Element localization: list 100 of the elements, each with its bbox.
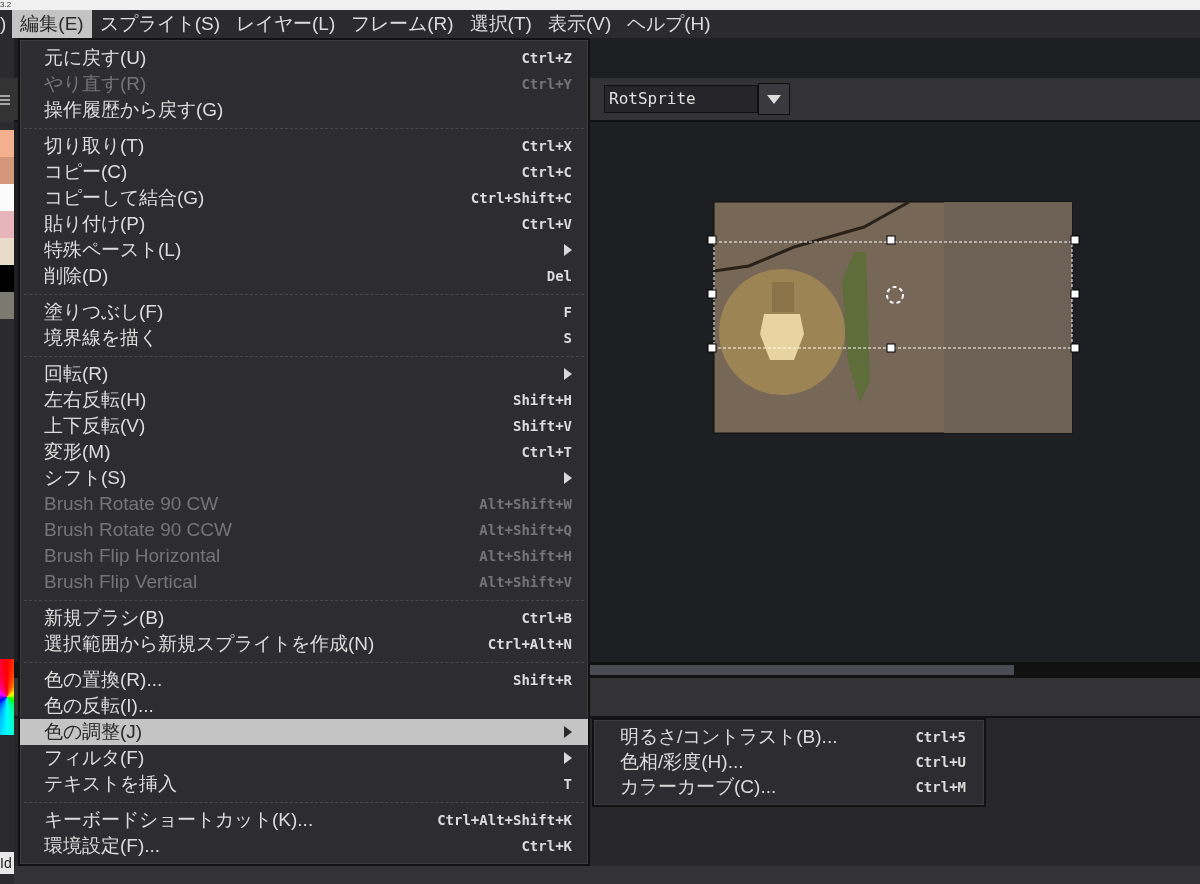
menu-item-label: テキストを挿入 xyxy=(44,772,177,796)
shortcut-label: Ctrl+Alt+N xyxy=(487,634,572,654)
menu-item-label: やり直す(R) xyxy=(44,72,147,96)
menu-item-label: 変形(M) xyxy=(44,440,111,464)
menu-item-label: 環境設定(F)... xyxy=(44,834,161,858)
menu-item-label: 色の置換(R)... xyxy=(44,668,163,692)
menu-item-label: 色の調整(J) xyxy=(44,720,143,744)
menu-item[interactable]: 色の調整(J) xyxy=(20,719,588,745)
menu-item[interactable]: 削除(D) Del xyxy=(20,263,588,289)
shortcut-label: Ctrl+C xyxy=(521,162,572,182)
selection-frame[interactable] xyxy=(707,235,1080,353)
menu-item[interactable]: キーボードショートカット(K)... Ctrl+Alt+Shift+K xyxy=(20,807,588,833)
shortcut-label: Ctrl+B xyxy=(521,608,572,628)
menu-item[interactable]: 回転(R) xyxy=(20,361,588,387)
menu-item[interactable]: カラーカーブ(C)... Ctrl+M xyxy=(594,775,984,800)
menu-item-label: コピーして結合(G) xyxy=(44,186,205,210)
menu-item[interactable]: 左右反転(H) Shift+H xyxy=(20,387,588,413)
shortcut-label: Ctrl+X xyxy=(521,136,572,156)
shortcut-label: Ctrl+U xyxy=(915,753,966,772)
menu-item-label: 操作履歴から戻す(G) xyxy=(44,98,224,122)
menu-item-label: 色相/彩度(H)... xyxy=(620,750,744,775)
shortcut-label: Shift+R xyxy=(513,670,572,690)
menu-item[interactable]: 環境設定(F)... Ctrl+K xyxy=(20,833,588,859)
menu-bar-item[interactable]: ) xyxy=(0,10,13,38)
menu-item[interactable]: 色の置換(R)... Shift+R xyxy=(20,667,588,693)
menu-item[interactable]: コピー(C) Ctrl+C xyxy=(20,159,588,185)
menu-item[interactable]: 特殊ペースト(L) xyxy=(20,237,588,263)
menu-item-label: Brush Rotate 90 CCW xyxy=(44,518,232,542)
palette-swatch[interactable] xyxy=(0,130,14,157)
shortcut-label: Ctrl+M xyxy=(915,778,966,797)
shortcut-label: Ctrl+T xyxy=(521,442,572,462)
menu-item-label: 切り取り(T) xyxy=(44,134,145,158)
menu-bar-item[interactable]: レイヤー(L) xyxy=(228,10,344,38)
dropdown-value: RotSprite xyxy=(604,85,758,113)
menu-item-label: 境界線を描く xyxy=(44,326,158,350)
shortcut-label: Ctrl+V xyxy=(521,214,572,234)
menu-item-label: 左右反転(H) xyxy=(44,388,147,412)
color-wheel[interactable] xyxy=(0,659,14,735)
menu-item[interactable]: 選択範囲から新規スプライトを作成(N) Ctrl+Alt+N xyxy=(20,631,588,657)
tab-label[interactable]: Id xyxy=(0,852,14,874)
menu-item[interactable]: フィルタ(F) xyxy=(20,745,588,771)
shortcut-label: Alt+Shift+W xyxy=(479,494,572,514)
menu-item[interactable]: 塗りつぶし(F) F xyxy=(20,299,588,325)
menu-item-label: Brush Rotate 90 CW xyxy=(44,492,219,516)
submenu-arrow-icon xyxy=(564,368,572,380)
menu-icon[interactable] xyxy=(0,95,10,105)
submenu-arrow-icon xyxy=(564,244,572,256)
shortcut-label: Del xyxy=(546,266,572,286)
shortcut-label: T xyxy=(563,774,572,794)
menu-item-label: 明るさ/コントラスト(B)... xyxy=(620,725,838,750)
menu-item-label: 塗りつぶし(F) xyxy=(44,300,164,324)
menu-item[interactable]: 切り取り(T) Ctrl+X xyxy=(20,133,588,159)
menu-item[interactable]: 明るさ/コントラスト(B)... Ctrl+5 xyxy=(594,725,984,750)
window-title: 3.2 xyxy=(0,0,12,10)
menu-item[interactable]: 上下反転(V) Shift+V xyxy=(20,413,588,439)
submenu-arrow-icon xyxy=(564,726,572,738)
menu-item[interactable]: 新規ブラシ(B) Ctrl+B xyxy=(20,605,588,631)
menu-item-label: フィルタ(F) xyxy=(44,746,145,770)
shortcut-label: Alt+Shift+H xyxy=(479,546,572,566)
menu-item[interactable]: コピーして結合(G) Ctrl+Shift+C xyxy=(20,185,588,211)
menu-item[interactable]: 元に戻す(U) Ctrl+Z xyxy=(20,45,588,71)
shortcut-label: Ctrl+K xyxy=(521,836,572,856)
palette-swatch[interactable] xyxy=(0,265,14,292)
menu-item[interactable]: 境界線を描く S xyxy=(20,325,588,351)
shortcut-label: Ctrl+Y xyxy=(521,74,572,94)
palette-swatch[interactable] xyxy=(0,292,14,319)
menu-bar-item[interactable]: スプライト(S) xyxy=(91,10,228,38)
menu-bar-item[interactable]: 編集(E) xyxy=(12,10,92,38)
shortcut-label: Alt+Shift+V xyxy=(479,572,572,592)
menu-bar-item[interactable]: ヘルプ(H) xyxy=(619,10,719,38)
menu-item-label: コピー(C) xyxy=(44,160,128,184)
menu-item-label: 元に戻す(U) xyxy=(44,46,147,70)
submenu-arrow-icon xyxy=(564,752,572,764)
menu-bar-item[interactable]: フレーム(R) xyxy=(343,10,462,38)
menu-item-label: 削除(D) xyxy=(44,264,109,288)
menu-item[interactable]: 変形(M) Ctrl+T xyxy=(20,439,588,465)
palette-swatch[interactable] xyxy=(0,211,14,238)
menu-item-label: シフト(S) xyxy=(44,466,127,490)
menu-item-label: 新規ブラシ(B) xyxy=(44,606,165,630)
menu-item[interactable]: 操作履歴から戻す(G) xyxy=(20,97,588,123)
palette-swatch[interactable] xyxy=(0,157,14,184)
menu-bar-item[interactable]: 表示(V) xyxy=(539,10,620,38)
menu-item[interactable]: テキストを挿入 T xyxy=(20,771,588,797)
palette-swatch[interactable] xyxy=(0,238,14,265)
palette-swatch[interactable] xyxy=(0,184,14,211)
shortcut-label: S xyxy=(563,328,572,348)
menu-item-label: Brush Flip Vertical xyxy=(44,570,198,594)
shortcut-label: Shift+H xyxy=(513,390,572,410)
menu-bar-item[interactable]: 選択(T) xyxy=(461,10,540,38)
rotation-algorithm-dropdown[interactable]: RotSprite xyxy=(604,83,790,115)
menu-item[interactable]: シフト(S) xyxy=(20,465,588,491)
caret-icon xyxy=(767,94,781,104)
menu-item-label: カラーカーブ(C)... xyxy=(620,775,777,800)
menu-item-label: 選択範囲から新規スプライトを作成(N) xyxy=(44,632,375,656)
shortcut-label: F xyxy=(563,302,572,322)
menu-item[interactable]: 色相/彩度(H)... Ctrl+U xyxy=(594,750,984,775)
shortcut-label: Ctrl+Alt+Shift+K xyxy=(437,810,572,830)
menu-item-label: 回転(R) xyxy=(44,362,109,386)
shortcut-label: Shift+V xyxy=(513,416,572,436)
menu-item[interactable]: 貼り付け(P) Ctrl+V xyxy=(20,211,588,237)
